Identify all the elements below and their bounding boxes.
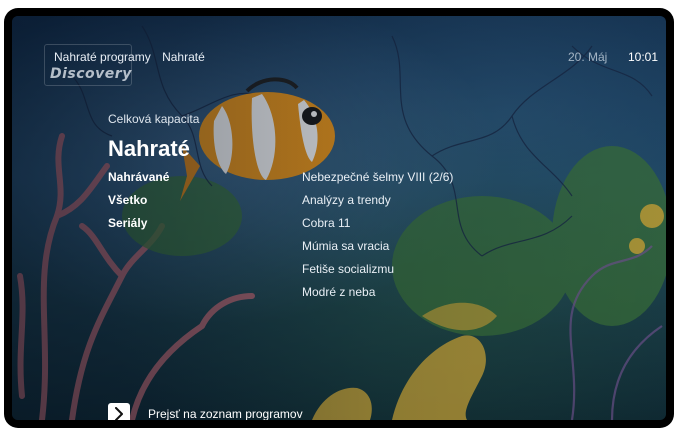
go-to-program-list-button[interactable]: [108, 403, 130, 420]
breadcrumb: Nahraté programy Nahraté: [54, 50, 213, 64]
clock: 10:01: [628, 50, 659, 64]
date-label: 20. Máj: [568, 50, 608, 64]
program-item[interactable]: Nebezpečné šelmy VIII (2/6): [302, 170, 453, 193]
program-item[interactable]: Fetiše socializmu: [302, 262, 453, 285]
chevron-right-icon: [115, 407, 123, 420]
program-item[interactable]: Múmia sa vracia: [302, 239, 453, 262]
page-title: Nahraté: [108, 136, 190, 161]
discovery-logo: Discovery: [50, 66, 132, 82]
category-item-all[interactable]: Všetko: [108, 193, 169, 216]
program-list: Nebezpečné šelmy VIII (2/6) Analýzy a tr…: [302, 170, 453, 308]
program-item[interactable]: Analýzy a trendy: [302, 193, 453, 216]
total-capacity-label: Celková kapacita: [108, 112, 200, 126]
category-list: Nahrávané Všetko Seriály: [108, 170, 169, 239]
category-item-recording[interactable]: Nahrávané: [108, 170, 169, 193]
tv-frame: Nahraté programy Nahraté Discovery 20. M…: [4, 8, 674, 428]
tv-screen: Nahraté programy Nahraté Discovery 20. M…: [12, 16, 666, 420]
breadcrumb-item-recorded[interactable]: Nahraté: [162, 50, 205, 64]
breadcrumb-item-recorded-programs[interactable]: Nahraté programy: [54, 50, 151, 64]
program-item[interactable]: Cobra 11: [302, 216, 453, 239]
category-item-series[interactable]: Seriály: [108, 216, 169, 239]
program-item[interactable]: Modré z neba: [302, 285, 453, 308]
go-to-program-list-label[interactable]: Prejsť na zoznam programov: [148, 407, 303, 420]
